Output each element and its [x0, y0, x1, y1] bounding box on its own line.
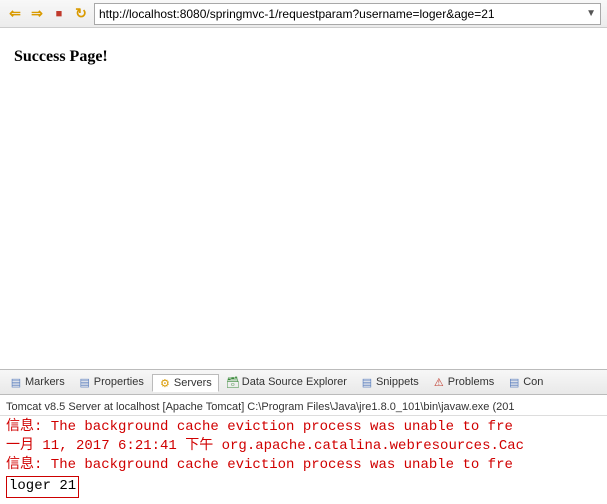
tab-markers[interactable]: ▤ Markers: [4, 374, 71, 390]
console-line: 信息: The background cache eviction proces…: [6, 456, 601, 475]
tab-data-source-explorer[interactable]: 🗃 Data Source Explorer: [221, 374, 353, 390]
properties-icon: ▤: [79, 376, 91, 388]
tab-problems[interactable]: ⚠ Problems: [427, 374, 500, 390]
tab-label: Servers: [174, 377, 212, 389]
views-tabbar: ▤ Markers ▤ Properties ⚙ Servers 🗃 Data …: [0, 369, 607, 395]
servers-icon: ⚙: [159, 377, 171, 389]
tab-label: Properties: [94, 376, 144, 388]
console-output[interactable]: 信息: The background cache eviction proces…: [0, 416, 607, 504]
page-content: Success Page!: [0, 28, 607, 369]
stop-icon[interactable]: ■: [50, 5, 68, 23]
browser-toolbar: ⇐ ⇒ ■ ↻ http://localhost:8080/springmvc-…: [0, 0, 607, 28]
console-line: 信息: The background cache eviction proces…: [6, 418, 601, 437]
tab-servers[interactable]: ⚙ Servers: [152, 374, 219, 392]
page-heading: Success Page!: [14, 48, 595, 66]
tab-label: Con: [523, 376, 543, 388]
tab-label: Markers: [25, 376, 65, 388]
data-source-icon: 🗃: [227, 376, 239, 388]
refresh-icon[interactable]: ↻: [72, 5, 90, 23]
tab-label: Snippets: [376, 376, 419, 388]
forward-icon[interactable]: ⇒: [28, 5, 46, 23]
snippets-icon: ▤: [361, 376, 373, 388]
url-input[interactable]: http://localhost:8080/springmvc-1/reques…: [94, 3, 601, 25]
markers-icon: ▤: [10, 376, 22, 388]
tab-snippets[interactable]: ▤ Snippets: [355, 374, 425, 390]
url-text: http://localhost:8080/springmvc-1/reques…: [99, 7, 582, 21]
console-line-selected: loger 21: [6, 476, 79, 498]
tab-label: Problems: [448, 376, 494, 388]
console-header: Tomcat v8.5 Server at localhost [Apache …: [0, 395, 607, 416]
console-line: 一月 11, 2017 6:21:41 下午 org.apache.catali…: [6, 437, 601, 456]
back-icon[interactable]: ⇐: [6, 5, 24, 23]
problems-icon: ⚠: [433, 376, 445, 388]
tab-console[interactable]: ▤ Con: [502, 374, 549, 390]
tab-properties[interactable]: ▤ Properties: [73, 374, 150, 390]
console-icon: ▤: [508, 376, 520, 388]
url-dropdown-icon[interactable]: ▼: [582, 8, 596, 19]
tab-label: Data Source Explorer: [242, 376, 347, 388]
